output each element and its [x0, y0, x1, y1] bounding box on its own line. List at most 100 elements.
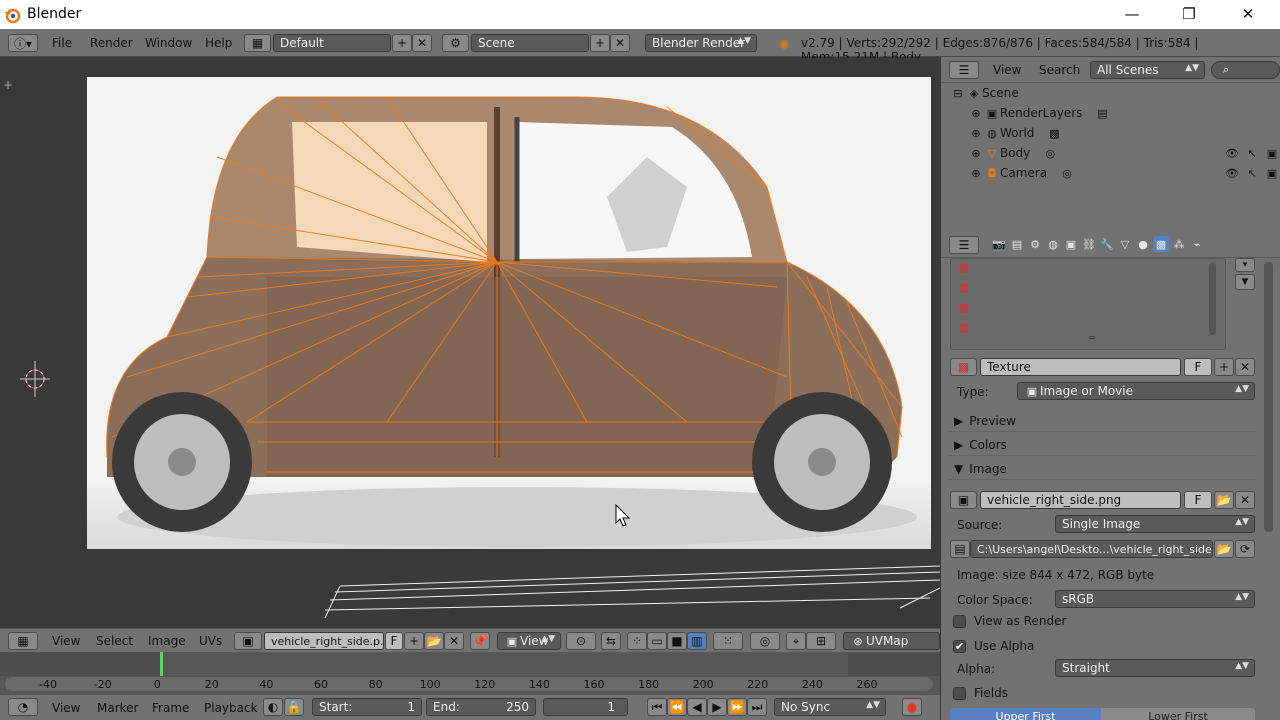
checkbox-checked-icon[interactable]: ✔ — [953, 639, 966, 653]
snap-icon[interactable]: ⌖ — [786, 632, 806, 650]
timeline-menu-view[interactable]: View — [52, 695, 80, 720]
next-keyframe-icon[interactable]: ⏩ — [727, 698, 747, 716]
play-reverse-icon[interactable]: ◀ — [687, 698, 707, 716]
preview-range-icon[interactable]: ◐ — [263, 698, 283, 716]
snap-element-icon[interactable]: ⊞ — [806, 632, 836, 650]
pin-image-icon[interactable]: 📌 — [470, 632, 490, 650]
visibility-eye-icon[interactable]: 👁 — [1224, 145, 1240, 161]
uv-map-selector[interactable]: ⊛ UVMap — [843, 632, 940, 650]
timeline-menu-playback[interactable]: Playback — [204, 695, 258, 720]
image-filepath-input[interactable]: C:\Users\angel\Deskto...\vehicle_right_s… — [970, 540, 1213, 558]
timeline-editor-icon[interactable]: ◔ — [8, 698, 38, 716]
tree-row-camera[interactable]: ⊕ ◘ Camera ◎ 👁 ↖ ▣ — [968, 163, 1280, 183]
visibility-eye-icon[interactable]: 👁 — [1224, 165, 1240, 181]
tree-row-world[interactable]: ⊕ ◍ World ▩ — [968, 123, 1280, 143]
physics-tab-icon[interactable]: ⌁ — [1189, 236, 1205, 252]
properties-scrollbar[interactable] — [1264, 262, 1273, 532]
render-camera-icon[interactable]: ▣ — [1264, 145, 1280, 161]
sticky-selection-icon[interactable]: ⁙ — [713, 632, 743, 650]
preview-panel-header[interactable]: ▶ Preview — [948, 410, 1256, 432]
lower-first-toggle[interactable]: Lower First — [1101, 708, 1255, 720]
uv-editor-type-icon[interactable]: ▦ — [8, 632, 38, 650]
menu-window[interactable]: Window — [145, 29, 192, 56]
add-layout-icon[interactable]: + — [392, 34, 412, 52]
modifiers-tab-icon[interactable]: 🔧 — [1099, 236, 1115, 252]
slot-menu-icon[interactable]: ▾ — [1235, 258, 1255, 272]
uv-image-fake-user[interactable]: F — [385, 632, 403, 650]
end-frame-field[interactable]: End: 250 — [426, 698, 536, 716]
edge-select-icon[interactable]: ▭ — [647, 632, 667, 650]
upper-first-toggle[interactable]: Upper First — [950, 708, 1101, 720]
expand-icon[interactable]: ⊕ — [968, 165, 984, 181]
expand-icon[interactable]: ⊕ — [968, 125, 984, 141]
pivot-point-icon[interactable]: ⊙ — [566, 632, 596, 650]
uv-menu-select[interactable]: Select — [96, 629, 133, 652]
constraints-tab-icon[interactable]: ⛓ — [1081, 236, 1097, 252]
unlink-texture-icon[interactable]: ✕ — [1235, 358, 1255, 376]
scene-tab-icon[interactable]: ⚙ — [1027, 236, 1043, 252]
close-button[interactable]: ✕ — [1219, 0, 1277, 29]
2d-cursor-icon[interactable] — [20, 361, 50, 397]
render-camera-icon[interactable]: ▣ — [1264, 165, 1280, 181]
record-keyframe-icon[interactable]: ● — [902, 698, 922, 716]
uv-view-dropdown[interactable]: ▣ View ▲▼ — [497, 632, 561, 650]
texture-slot-icon[interactable]: ▩ — [956, 299, 972, 315]
jump-end-icon[interactable]: ⏭ — [747, 698, 767, 716]
file-browser-icon[interactable]: ▤ — [950, 540, 970, 558]
remove-scene-icon[interactable]: ✕ — [610, 34, 630, 52]
render-engine-dropdown[interactable]: Blender Render ▲▼ — [645, 34, 757, 52]
lock-range-icon[interactable]: 🔒 — [284, 698, 304, 716]
outliner-search-input[interactable]: ⌕ — [1211, 61, 1280, 79]
colors-panel-header[interactable]: ▶ Colors — [948, 434, 1256, 456]
maximize-button[interactable]: ❐ — [1160, 0, 1218, 29]
tree-row-renderlayers[interactable]: ⊕ ▣ RenderLayers ▤ — [968, 103, 1280, 123]
editor-type-info-icon[interactable]: ⓘ▾ — [8, 34, 38, 52]
layers-tab-icon[interactable]: ▤ — [1009, 236, 1025, 252]
uv-menu-uvs[interactable]: UVs — [199, 629, 222, 652]
current-frame-indicator[interactable] — [160, 652, 163, 676]
menu-render[interactable]: Render — [90, 29, 133, 56]
uv-image-editor-viewport[interactable]: + — [0, 58, 940, 628]
start-frame-field[interactable]: Start: 1 — [312, 698, 422, 716]
uv-image-name-field[interactable]: vehicle_right_side.p... — [264, 632, 384, 650]
texture-tab-icon[interactable]: ▩ — [1153, 236, 1169, 252]
texture-slots-list[interactable]: ▩ ▩ ▩ ▩ ═ — [950, 258, 1226, 350]
color-space-dropdown[interactable]: sRGB ▲▼ — [1055, 590, 1255, 608]
collapse-icon[interactable]: ⊟ — [950, 85, 966, 101]
reload-image-icon[interactable]: ⟳ — [1235, 540, 1255, 558]
image-browse-icon[interactable]: ▣ — [950, 491, 977, 509]
checkbox-box[interactable] — [953, 686, 966, 700]
world-tab-icon[interactable]: ◍ — [1045, 236, 1061, 252]
sync-mode-dropdown[interactable]: No Sync ▲▼ — [774, 698, 886, 716]
timeline-scrollbar[interactable] — [4, 676, 934, 692]
list-resize-handle[interactable]: ═ — [1089, 333, 1095, 344]
image-fake-user-button[interactable]: F — [1184, 491, 1212, 509]
proportional-edit-icon[interactable]: ◎ — [750, 632, 780, 650]
uv-image-browse-icon[interactable]: ▣ — [234, 632, 262, 650]
screen-layout-icon[interactable]: ▦ — [244, 34, 271, 52]
image-panel-header[interactable]: ▼ Image — [948, 458, 1256, 480]
expand-icon[interactable]: ⊕ — [968, 145, 984, 161]
alpha-mode-dropdown[interactable]: Straight ▲▼ — [1055, 659, 1255, 677]
texture-slot-icon[interactable]: ▩ — [956, 279, 972, 295]
menu-help[interactable]: Help — [205, 29, 232, 56]
new-texture-icon[interactable]: + — [1214, 358, 1234, 376]
timeline-menu-frame[interactable]: Frame — [152, 695, 189, 720]
tree-row-body[interactable]: ⊕ ▽ Body ◎ 👁 ↖ ▣ — [968, 143, 1280, 163]
texture-fake-user-button[interactable]: F — [1184, 358, 1212, 376]
texture-slot-icon[interactable]: ▩ — [956, 319, 972, 335]
outliner-menu-search[interactable]: Search — [1039, 57, 1080, 82]
texture-name-field[interactable]: Texture — [980, 358, 1181, 376]
data-tab-icon[interactable]: ▽ — [1117, 236, 1133, 252]
unlink-image-icon[interactable]: ✕ — [1235, 491, 1255, 509]
select-cursor-icon[interactable]: ↖ — [1244, 165, 1260, 181]
properties-editor-icon[interactable]: ☰ — [949, 236, 979, 254]
uv-open-image-icon[interactable]: 📂 — [424, 632, 444, 650]
source-dropdown[interactable]: Single Image ▲▼ — [1055, 515, 1255, 533]
scene-field[interactable]: Scene — [471, 34, 589, 52]
jump-start-icon[interactable]: ⏮ — [647, 698, 667, 716]
image-name-field[interactable]: vehicle_right_side.png — [980, 491, 1181, 509]
scene-icon[interactable]: ⚙ — [442, 34, 469, 52]
outliner-menu-view[interactable]: View — [993, 57, 1021, 82]
expand-icon[interactable]: ⊕ — [968, 105, 984, 121]
